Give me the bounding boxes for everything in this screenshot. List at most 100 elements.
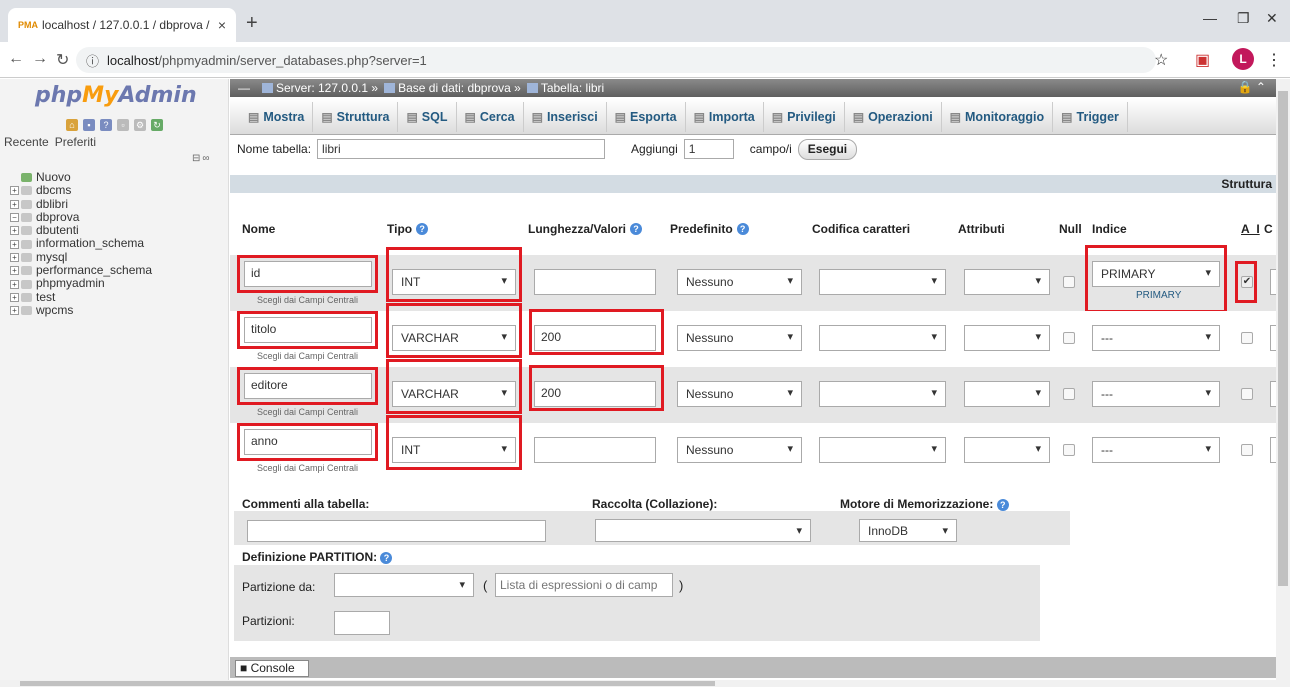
- sidebar-item-dbprova[interactable]: − dbprova: [10, 210, 152, 224]
- tab-cerca[interactable]: ▤ Cerca: [457, 101, 524, 132]
- field-index-select[interactable]: ---: [1092, 381, 1220, 407]
- field-index-select[interactable]: ---: [1092, 325, 1220, 351]
- field-collation-select[interactable]: [819, 437, 946, 463]
- tab-monitoraggio[interactable]: ▤ Monitoraggio: [942, 101, 1054, 132]
- auto-increment-checkbox[interactable]: [1241, 332, 1253, 344]
- field-default-select[interactable]: Nessuno: [677, 381, 802, 407]
- field-collation-select[interactable]: [819, 269, 946, 295]
- auto-increment-checkbox[interactable]: [1241, 444, 1253, 456]
- logout-icon[interactable]: ▪: [83, 119, 95, 131]
- tab-mostra[interactable]: ▤ Mostra: [240, 101, 314, 132]
- tab-struttura[interactable]: ▤ Struttura: [313, 101, 399, 132]
- settings-icon[interactable]: ⚙: [134, 119, 146, 131]
- scroll-thumb[interactable]: [1278, 91, 1288, 586]
- tab-esporta[interactable]: ▤ Esporta: [607, 101, 686, 132]
- sidebar-item-dblibri[interactable]: + dblibri: [10, 197, 152, 211]
- tab-favorites[interactable]: Preferiti: [55, 135, 96, 149]
- field-collation-select[interactable]: [819, 381, 946, 407]
- refresh-icon[interactable]: ↻: [151, 119, 163, 131]
- minimize-icon[interactable]: —: [1203, 10, 1217, 26]
- expand-icon[interactable]: +: [10, 199, 19, 209]
- tab-privilegi[interactable]: ▤ Privilegi: [764, 101, 845, 132]
- field-attributes-select[interactable]: [964, 437, 1050, 463]
- tab-recent[interactable]: Recente: [4, 135, 49, 149]
- horizontal-scrollbar[interactable]: [0, 680, 1276, 687]
- tab-trigger[interactable]: ▤ Trigger: [1053, 101, 1128, 132]
- sidebar-item-dbcms[interactable]: + dbcms: [10, 183, 152, 197]
- vertical-scrollbar[interactable]: [1276, 79, 1290, 687]
- link-icon[interactable]: ∞: [202, 153, 209, 164]
- table-name-input[interactable]: [317, 139, 606, 159]
- extension-icon[interactable]: ▣: [1195, 50, 1210, 70]
- sidebar-item-mysql[interactable]: + mysql: [10, 250, 152, 264]
- reload-icon[interactable]: ↻: [56, 50, 69, 70]
- sidebar-item-phpmyadmin[interactable]: + phpmyadmin: [10, 277, 152, 290]
- restore-icon[interactable]: ❐: [1237, 10, 1250, 27]
- collapse-all-icon[interactable]: ⊟: [192, 153, 200, 164]
- field-index-select[interactable]: ---: [1092, 437, 1220, 463]
- sidebar-item-information_schema[interactable]: + information_schema: [10, 237, 152, 250]
- lock-icon[interactable]: 🔒 ⌃: [1238, 80, 1266, 94]
- browser-menu-icon[interactable]: ⋮: [1266, 50, 1282, 70]
- field-attributes-select[interactable]: [964, 325, 1050, 351]
- forward-icon[interactable]: →: [32, 50, 48, 68]
- close-window-icon[interactable]: ✕: [1266, 10, 1278, 27]
- add-count-input[interactable]: [683, 139, 734, 159]
- phpmyadmin-logo[interactable]: phpMyAdmin: [35, 83, 197, 108]
- sidebar-item-wpcms[interactable]: + wpcms: [10, 303, 152, 317]
- expand-icon[interactable]: +: [10, 266, 19, 276]
- hscroll-thumb[interactable]: [20, 681, 715, 686]
- address-bar[interactable]: ⓘ localhost/phpmyadmin/server_databases.…: [76, 47, 1156, 73]
- field-attributes-select[interactable]: [964, 381, 1050, 407]
- help-icon[interactable]: ?: [100, 119, 112, 131]
- sidebar-item-dbutenti[interactable]: + dbutenti: [10, 223, 152, 237]
- collation-select[interactable]: [595, 519, 811, 542]
- breadcrumb-table[interactable]: Tabella: libri: [541, 81, 604, 95]
- help-icon[interactable]: ?: [736, 223, 749, 235]
- back-icon[interactable]: ←: [8, 50, 24, 68]
- null-checkbox[interactable]: [1063, 444, 1075, 456]
- null-checkbox[interactable]: [1063, 388, 1075, 400]
- info-icon[interactable]: ⓘ: [86, 51, 99, 70]
- null-checkbox[interactable]: [1063, 332, 1075, 344]
- null-checkbox[interactable]: [1063, 276, 1075, 288]
- help-icon[interactable]: ?: [996, 499, 1009, 511]
- tab-operazioni[interactable]: ▤ Operazioni: [845, 101, 942, 132]
- field-attributes-select[interactable]: [964, 269, 1050, 295]
- sidebar-item-test[interactable]: + test: [10, 290, 152, 304]
- central-columns-link[interactable]: Scegli dai Campi Centrali: [257, 295, 358, 305]
- help-icon[interactable]: ?: [416, 223, 429, 235]
- tab-inserisci[interactable]: ▤ Inserisci: [524, 101, 607, 132]
- new-tab-icon[interactable]: +: [246, 12, 258, 35]
- auto-increment-checkbox[interactable]: [1241, 388, 1253, 400]
- partitions-input[interactable]: [334, 611, 390, 635]
- field-length-input[interactable]: [534, 269, 656, 295]
- help-icon[interactable]: ?: [630, 223, 643, 235]
- central-columns-link[interactable]: Scegli dai Campi Centrali: [257, 407, 358, 417]
- execute-button[interactable]: Esegui: [797, 138, 858, 160]
- tab-sql[interactable]: ▤ SQL: [398, 101, 457, 132]
- help-icon[interactable]: ?: [380, 552, 393, 564]
- sidebar-item-nuovo[interactable]: Nuovo: [10, 170, 152, 184]
- browser-tab[interactable]: PMA localhost / 127.0.0.1 / dbprova / l …: [8, 8, 236, 42]
- breadcrumb-server[interactable]: Server: 127.0.0.1 »: [276, 81, 378, 95]
- collapse-nav-icon[interactable]: —: [238, 81, 250, 95]
- field-default-select[interactable]: Nessuno: [677, 437, 802, 463]
- expand-icon[interactable]: +: [10, 252, 19, 262]
- collapse-icon[interactable]: −: [10, 213, 19, 223]
- field-default-select[interactable]: Nessuno: [677, 325, 802, 351]
- close-tab-icon[interactable]: ×: [218, 17, 226, 33]
- profile-avatar[interactable]: L: [1232, 48, 1254, 70]
- expand-icon[interactable]: +: [10, 306, 19, 316]
- central-columns-link[interactable]: Scegli dai Campi Centrali: [257, 463, 358, 473]
- expand-icon[interactable]: +: [10, 226, 19, 236]
- expand-icon[interactable]: +: [10, 186, 19, 196]
- engine-select[interactable]: InnoDB: [859, 519, 957, 542]
- central-columns-link[interactable]: Scegli dai Campi Centrali: [257, 351, 358, 361]
- home-icon[interactable]: ⌂: [66, 119, 78, 131]
- console-button[interactable]: ■ Console: [235, 660, 309, 677]
- tree-line-icon[interactable]: [10, 173, 19, 182]
- table-comments-input[interactable]: [247, 520, 546, 542]
- docs-icon[interactable]: ▫: [117, 119, 129, 131]
- expand-icon[interactable]: +: [10, 292, 19, 302]
